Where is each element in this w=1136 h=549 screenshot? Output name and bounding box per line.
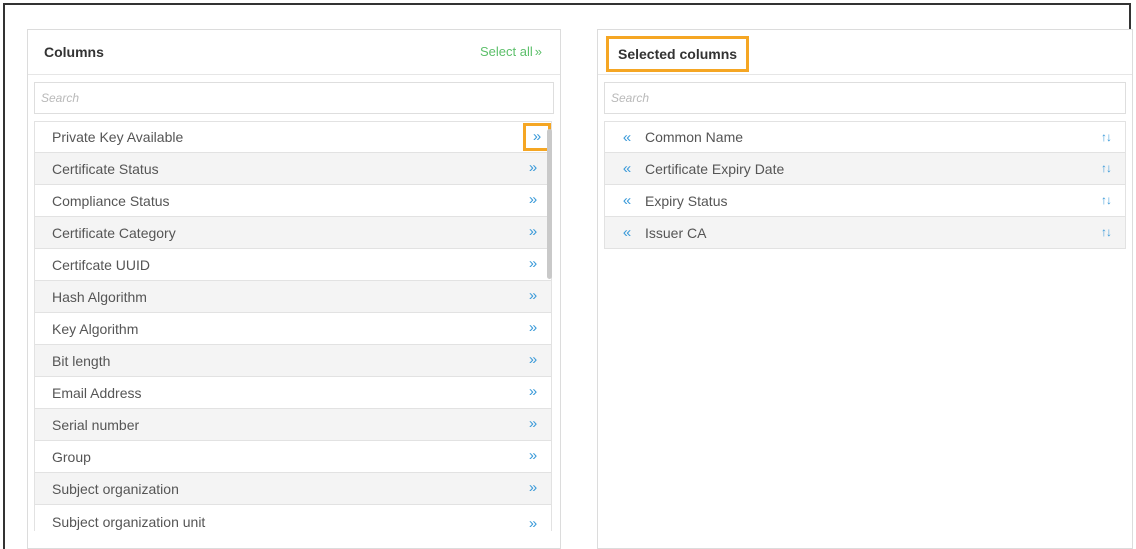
add-column-icon[interactable]: » <box>525 320 541 336</box>
column-list-item[interactable]: Certifcate UUID » <box>34 249 552 281</box>
column-item-label: Certificate Category <box>52 224 176 241</box>
selected-column-item[interactable]: « Common Name ↑↓ <box>604 121 1126 153</box>
add-column-icon[interactable]: » <box>525 480 541 496</box>
column-list-item[interactable]: Email Address » <box>34 377 552 409</box>
column-list-item[interactable]: Certificate Category » <box>34 217 552 249</box>
reorder-icon[interactable]: ↑↓ <box>1101 193 1112 207</box>
column-list-item[interactable]: Serial number » <box>34 409 552 441</box>
columns-search-input[interactable] <box>34 82 554 114</box>
reorder-icon[interactable]: ↑↓ <box>1101 130 1112 144</box>
column-item-label: Email Address <box>52 384 142 401</box>
selected-columns-list: « Common Name ↑↓ « Certificate Expiry Date ↑↓… <box>604 121 1126 548</box>
column-item-label: Subject organization unit <box>52 514 206 530</box>
column-item-label: Compliance Status <box>52 192 170 209</box>
column-list-item[interactable]: Certificate Status » <box>34 153 552 185</box>
remove-column-icon[interactable]: « <box>619 192 635 209</box>
selected-column-item[interactable]: « Certificate Expiry Date ↑↓ <box>604 153 1126 185</box>
column-item-label: Group <box>52 448 91 465</box>
selected-column-label: Certificate Expiry Date <box>645 160 785 177</box>
column-list-item[interactable]: Hash Algorithm » <box>34 281 552 313</box>
column-list-item[interactable]: Private Key Available» <box>34 121 552 153</box>
column-list-item[interactable]: Compliance Status » <box>34 185 552 217</box>
column-item-label: Serial number <box>52 416 140 433</box>
selected-column-item[interactable]: « Expiry Status ↑↓ <box>604 185 1126 217</box>
add-column-icon[interactable]: » <box>525 256 541 272</box>
column-item-label: Key Algorithm <box>52 320 139 337</box>
selected-columns-search-input[interactable] <box>604 82 1126 114</box>
reorder-icon[interactable]: ↑↓ <box>1101 161 1112 175</box>
column-item-label: Hash Algorithm <box>52 288 147 305</box>
column-list-item[interactable]: Key Algorithm » <box>34 313 552 345</box>
column-list-item[interactable]: Subject organization » <box>34 473 552 505</box>
column-item-label: Private Key Available <box>52 129 184 145</box>
remove-column-icon[interactable]: « <box>619 129 635 146</box>
add-column-icon[interactable]: » <box>525 288 541 304</box>
add-column-icon[interactable]: » <box>525 516 541 532</box>
selected-column-label: Common Name <box>645 129 744 145</box>
add-column-icon[interactable]: » <box>525 416 541 432</box>
select-all-label: Select all <box>480 44 533 59</box>
remove-column-icon[interactable]: « <box>619 160 635 177</box>
add-column-icon[interactable]: » <box>525 224 541 240</box>
selected-columns-panel-title: Selected columns <box>606 36 750 72</box>
columns-panel-title: Columns <box>44 44 104 60</box>
column-item-label: Certifcate UUID <box>52 256 151 273</box>
remove-column-icon[interactable]: « <box>619 224 635 241</box>
column-list-item[interactable]: Group » <box>34 441 552 473</box>
selected-columns-panel: Selected columns « Common Name ↑↓ « Certific… <box>597 29 1133 549</box>
available-columns-list: Private Key Available» Certificate Status… <box>34 121 552 548</box>
column-list-item[interactable]: Subject organization unit » <box>34 505 552 532</box>
select-all-link[interactable]: Select all» <box>480 44 542 59</box>
add-column-icon[interactable]: » <box>525 192 541 208</box>
add-column-icon[interactable]: » <box>525 448 541 464</box>
add-column-icon[interactable]: » <box>525 384 541 400</box>
selected-columns-panel-header: Selected columns <box>598 30 1132 75</box>
column-item-label: Subject organization <box>52 480 179 497</box>
selected-column-label: Issuer CA <box>645 224 707 241</box>
add-column-icon[interactable]: » <box>525 160 541 176</box>
selected-column-item[interactable]: « Issuer CA ↑↓ <box>604 217 1126 249</box>
columns-panel: Columns Select all» Private Key Availabl… <box>27 29 561 549</box>
column-item-label: Bit length <box>52 352 111 369</box>
columns-panel-header: Columns Select all» <box>28 30 560 75</box>
dialog-frame: Columns Select all» Private Key Availabl… <box>3 3 1133 549</box>
column-list-item[interactable]: Bit length » <box>34 345 552 377</box>
columns-list-scrollbar[interactable] <box>547 129 552 279</box>
column-item-label: Certificate Status <box>52 160 159 177</box>
add-column-icon[interactable]: » <box>525 352 541 368</box>
selected-column-label: Expiry Status <box>645 192 728 209</box>
reorder-icon[interactable]: ↑↓ <box>1101 225 1112 239</box>
double-chevron-right-icon: » <box>534 44 542 59</box>
